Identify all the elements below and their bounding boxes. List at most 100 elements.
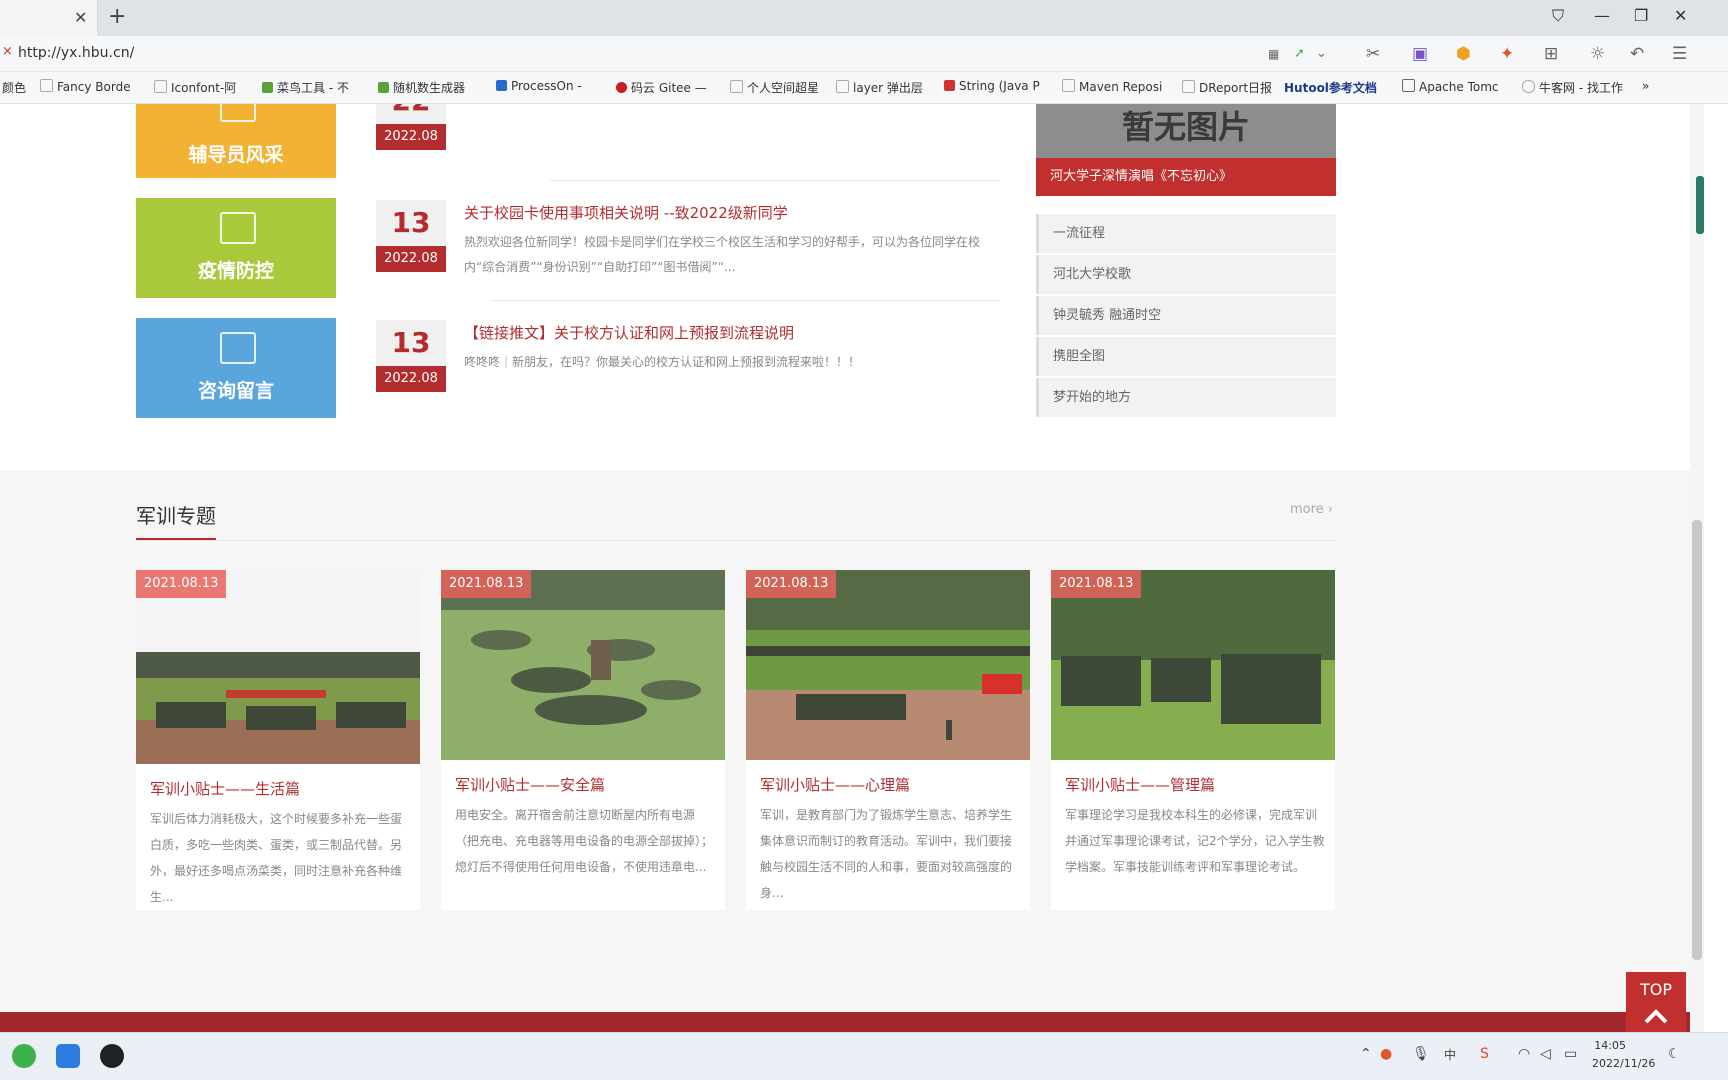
- card-title-link[interactable]: 军训小贴士——管理篇: [1065, 774, 1215, 795]
- tab-bar: [0, 0, 1728, 36]
- bookmark-item[interactable]: Fancy Borde: [40, 79, 131, 94]
- java-icon: [944, 80, 955, 91]
- bookmark-item[interactable]: 码云 Gitee —: [616, 79, 707, 96]
- translate-icon[interactable]: ▣: [1412, 44, 1428, 64]
- undo-icon[interactable]: ↶: [1630, 44, 1644, 64]
- battery-icon[interactable]: ▭: [1564, 1046, 1577, 1062]
- qq-icon[interactable]: [100, 1044, 124, 1068]
- card-photo: [136, 570, 420, 764]
- article-card[interactable]: 2021.08.13 军训小贴士——管理篇 军事理论学习是我校本科生的必修课，完…: [1051, 570, 1335, 910]
- sogou-icon[interactable]: S: [1480, 1046, 1489, 1062]
- chat-app-icon[interactable]: [56, 1044, 80, 1068]
- bolt-icon[interactable]: ➚: [1294, 46, 1305, 61]
- bookmark-item[interactable]: ProcessOn -: [496, 79, 582, 93]
- divider: [136, 540, 1336, 541]
- bookmark-item[interactable]: 随机数生成器: [378, 79, 465, 96]
- window-close-icon[interactable]: ✕: [1674, 6, 1687, 25]
- restore-icon[interactable]: ❐: [1634, 6, 1648, 25]
- news-title-link[interactable]: 关于校园卡使用事项相关说明 --致2022级新同学: [464, 202, 788, 223]
- video-thumbnail[interactable]: 暂无图片: [1036, 104, 1336, 158]
- sidebar-link[interactable]: 携胆全图: [1036, 337, 1336, 376]
- news-date: 13 2022.08: [376, 200, 446, 272]
- chevron-down-icon[interactable]: ⌄: [1316, 46, 1327, 61]
- screen-icon: [220, 104, 256, 122]
- card-photo: [746, 570, 1030, 760]
- qq-tray-icon[interactable]: ●: [1380, 1046, 1392, 1062]
- bookmark-item[interactable]: Apache Tomc: [1402, 79, 1499, 94]
- volume-icon[interactable]: ◁: [1540, 1046, 1551, 1062]
- card-title-link[interactable]: 军训小贴士——生活篇: [150, 778, 300, 799]
- bookmark-item[interactable]: Iconfont-阿: [154, 79, 236, 96]
- bookmark-item[interactable]: 菜鸟工具 - 不: [262, 79, 349, 96]
- scissors-icon[interactable]: ✂: [1366, 44, 1380, 64]
- tile-consult[interactable]: 咨询留言: [136, 318, 336, 418]
- bookmarks-more-button[interactable]: »: [1642, 79, 1649, 93]
- news-date: 22 2022.08: [376, 104, 446, 150]
- back-to-top-label: TOP: [1639, 980, 1672, 999]
- url-input[interactable]: http://yx.hbu.cn/: [18, 45, 134, 61]
- clock-date[interactable]: 2022/11/26: [1592, 1057, 1655, 1070]
- card-summary: 用电安全。离开宿舍前注意切断屋内所有电源（把充电、充电器等用电设备的电源全部拔掉…: [455, 808, 714, 874]
- brightness-icon[interactable]: ☼: [1590, 44, 1605, 64]
- video-caption[interactable]: 河大学子深情演唱《不忘初心》: [1036, 158, 1336, 196]
- card-summary: 军训后体力消耗极大，这个时候要多补充一些蛋白质，多吃一些肉类、蛋类，或三制品代替…: [150, 812, 403, 904]
- article-card[interactable]: 2021.08.13 军训小贴士——安全篇 用电安全。离开宿舍前注意切断屋内所有…: [441, 570, 725, 910]
- apps-grid-icon[interactable]: ⊞: [1544, 44, 1558, 64]
- sidebar-link[interactable]: 一流征程: [1036, 214, 1336, 253]
- runoob-icon: [262, 82, 273, 93]
- sidebar-link[interactable]: 河北大学校歌: [1036, 255, 1336, 294]
- chat-icon: [220, 332, 256, 364]
- menu-icon[interactable]: ☰: [1672, 44, 1687, 64]
- monitor-icon: [220, 212, 256, 244]
- taskbar: [0, 1032, 1728, 1080]
- card-title-link[interactable]: 军训小贴士——心理篇: [760, 774, 910, 795]
- notification-icon[interactable]: ☾: [1668, 1046, 1681, 1062]
- bookmark-item[interactable]: layer 弹出层: [836, 79, 923, 96]
- card-date: 2021.08.13: [441, 570, 532, 598]
- ime-icon[interactable]: 中: [1444, 1046, 1456, 1063]
- news-summary: 热烈欢迎各位新同学！校园卡是同学们在学校三个校区生活和学习的好帮手，可以为各位同…: [464, 235, 981, 274]
- extension-icon[interactable]: ✦: [1500, 44, 1514, 64]
- divider: [490, 300, 1000, 301]
- side-panel-handle[interactable]: [1696, 176, 1704, 234]
- card-photo: [441, 570, 725, 760]
- browser-icon[interactable]: [12, 1044, 36, 1068]
- bookmark-item[interactable]: Maven Reposi: [1062, 79, 1162, 94]
- microphone-icon[interactable]: 🎙: [1412, 1046, 1430, 1062]
- tab-close-icon[interactable]: ✕: [74, 8, 87, 27]
- article-card[interactable]: 2021.08.13 军训小贴士——心理篇 军训，是教育部门为了锻炼学生意志、培…: [746, 570, 1030, 910]
- page-icon: [154, 80, 167, 93]
- qr-icon[interactable]: ▦: [1268, 47, 1279, 61]
- gitee-icon: [616, 82, 627, 93]
- card-summary: 军训，是教育部门为了锻炼学生意志、培养学生集体意识而制订的教育活动。军训中，我们…: [760, 808, 1013, 900]
- shirt-icon[interactable]: ⛉: [1552, 6, 1564, 26]
- page-viewport: 辅导员风采 疫情防控 咨询留言 22 2022.08 13 2022.08 关于…: [0, 104, 1690, 1032]
- bookmark-item[interactable]: Hutool参考文档: [1284, 79, 1377, 96]
- chevron-up-icon: [1644, 1009, 1668, 1024]
- minimize-icon[interactable]: —: [1594, 6, 1610, 25]
- bookmark-item[interactable]: DReport日报: [1182, 79, 1272, 96]
- bookmark-item[interactable]: 个人空间超星: [730, 79, 819, 96]
- stop-icon[interactable]: ×: [2, 44, 13, 59]
- scrollbar-thumb[interactable]: [1692, 520, 1702, 960]
- tray-expand-icon[interactable]: ⌃: [1360, 1046, 1372, 1062]
- tile-epidemic[interactable]: 疫情防控: [136, 198, 336, 298]
- new-tab-icon[interactable]: +: [108, 4, 126, 29]
- card-date: 2021.08.13: [1051, 570, 1142, 598]
- clock-time[interactable]: 14:05: [1582, 1039, 1626, 1052]
- bookmark-item[interactable]: 牛客网 - 找工作: [1522, 79, 1623, 96]
- news-title-link[interactable]: 【链接推文】关于校方认证和网上预报到流程说明: [464, 322, 794, 343]
- sidebar-link[interactable]: 钟灵毓秀 融通时空: [1036, 296, 1336, 335]
- wifi-icon[interactable]: ◠: [1518, 1046, 1530, 1062]
- sidebar-link[interactable]: 梦开始的地方: [1036, 378, 1336, 417]
- article-card[interactable]: 2021.08.13 军训小贴士——生活篇 军训后体力消耗极大，这个时候要多补充…: [136, 570, 420, 910]
- nowcoder-icon: [1522, 80, 1535, 93]
- card-title-link[interactable]: 军训小贴士——安全篇: [455, 774, 605, 795]
- bookmark-item[interactable]: String (Java P: [944, 79, 1040, 93]
- page-icon: [40, 79, 53, 92]
- tile-counselor[interactable]: 辅导员风采: [136, 104, 336, 178]
- more-link[interactable]: more ›: [1290, 502, 1333, 517]
- page-icon: [836, 80, 849, 93]
- bookmark-item[interactable]: 颜色: [2, 79, 26, 96]
- shield-icon[interactable]: ⬢: [1456, 44, 1471, 64]
